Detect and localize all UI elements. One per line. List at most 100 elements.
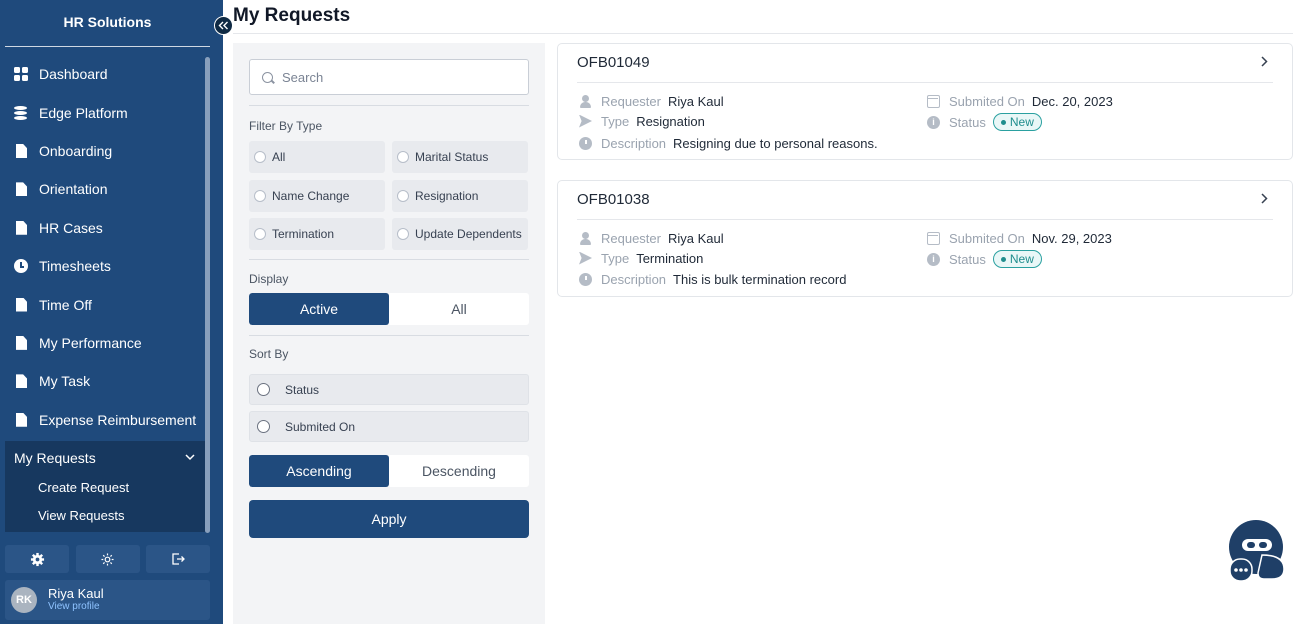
radio[interactable] [254, 151, 266, 163]
document-icon [16, 220, 27, 235]
sort-option-status[interactable]: Status [249, 374, 529, 405]
sidebar-group-label: My Requests [14, 449, 96, 466]
info-icon: i [927, 115, 940, 129]
logout-icon [172, 553, 185, 565]
requester-row: Requester Riya Kaul [579, 93, 724, 109]
field-label: Submited On [949, 93, 1025, 109]
radio[interactable] [257, 420, 270, 433]
sort-option-submitted-on[interactable]: Submited On [249, 411, 529, 442]
radio[interactable] [397, 190, 409, 202]
sidebar: HR Solutions Dashboard Edge Platform Onb… [0, 0, 223, 624]
divider [249, 259, 529, 260]
option-label: Update Dependents [415, 227, 522, 241]
sidebar-group-my-requests: My Requests Create Request View Requests [5, 441, 205, 532]
description-row: Description This is bulk termination rec… [579, 271, 846, 287]
status-badge: New [992, 250, 1042, 268]
type-value: Termination [636, 250, 704, 266]
request-id: OFB01049 [577, 54, 650, 71]
request-card[interactable]: OFB01038 Requester Riya Kaul Type Termin… [557, 180, 1293, 297]
type-value: Resignation [636, 113, 705, 129]
status-badge: New [992, 113, 1042, 131]
view-profile-link[interactable]: View profile [48, 601, 104, 613]
settings-button[interactable] [5, 545, 69, 573]
option-label: Resignation [415, 189, 479, 203]
profile-name: Riya Kaul [48, 586, 104, 601]
ascending-button[interactable]: Ascending [249, 455, 389, 487]
field-label: Type [601, 250, 630, 266]
field-label: Description [601, 271, 667, 287]
search-icon [262, 71, 273, 83]
user-icon [579, 94, 592, 108]
sidebar-item-label: Dashboard [39, 66, 108, 83]
divider [249, 105, 529, 106]
theme-toggle-button[interactable] [75, 545, 140, 573]
sidebar-item-onboarding[interactable]: Onboarding [5, 132, 205, 170]
profile-text: Riya Kaul View profile [48, 587, 104, 613]
sidebar-subitem-create-request[interactable]: Create Request [5, 474, 205, 502]
sun-icon [101, 552, 114, 566]
sidebar-group-header[interactable]: My Requests [5, 441, 205, 474]
sidebar-item-hr-cases[interactable]: HR Cases [5, 209, 205, 247]
status-dot [1000, 256, 1006, 262]
database-icon [14, 105, 28, 120]
sidebar-item-label: Time Off [39, 296, 92, 313]
sidebar-scrollbar-thumb[interactable] [205, 57, 210, 533]
submitted-row: Submited On Nov. 29, 2023 [927, 230, 1112, 246]
chevron-right-icon[interactable] [1260, 56, 1268, 67]
document-icon [16, 335, 27, 350]
submitted-value: Nov. 29, 2023 [1031, 230, 1112, 246]
chevron-right-icon[interactable] [1260, 193, 1268, 204]
sidebar-item-edge-platform[interactable]: Edge Platform [5, 93, 205, 131]
type-option-termination[interactable]: Termination [249, 218, 385, 250]
chatbot-launcher-icon[interactable] [1228, 519, 1290, 583]
card-divider [577, 219, 1273, 220]
radio[interactable] [397, 228, 409, 240]
sidebar-item-dashboard[interactable]: Dashboard [5, 55, 205, 93]
description-value: This is bulk termination record [673, 271, 847, 287]
type-option-all[interactable]: All [249, 141, 385, 173]
type-option-name-change[interactable]: Name Change [249, 180, 385, 212]
submitted-value: Dec. 20, 2023 [1031, 93, 1113, 109]
field-label: Requester [601, 230, 661, 246]
sidebar-item-timesheets[interactable]: Timesheets [5, 247, 205, 285]
user-profile[interactable]: RK Riya Kaul View profile [5, 580, 210, 620]
apply-button[interactable]: Apply [249, 500, 529, 538]
divider [249, 335, 529, 336]
sidebar-subitem-view-requests[interactable]: View Requests [5, 502, 205, 530]
type-option-update-dependents[interactable]: Update Dependents [392, 218, 528, 250]
requester-value: Riya Kaul [667, 230, 724, 246]
sidebar-item-orientation[interactable]: Orientation [5, 170, 205, 208]
field-label: Status [949, 114, 986, 130]
calendar-icon [927, 94, 940, 108]
filter-panel: Search Filter By Type All Marital Status… [233, 43, 545, 624]
radio[interactable] [397, 151, 409, 163]
type-option-resignation[interactable]: Resignation [392, 180, 528, 212]
sidebar-item-my-task[interactable]: My Task [5, 362, 205, 400]
option-label: All [272, 150, 286, 164]
logout-button[interactable] [146, 545, 210, 573]
order-toggle: Ascending Descending [249, 455, 529, 487]
request-id: OFB01038 [577, 191, 650, 208]
display-all-button[interactable]: All [389, 293, 529, 325]
display-label: Display [249, 272, 289, 286]
option-label: Name Change [272, 189, 350, 203]
search-input[interactable]: Search [249, 59, 529, 95]
display-active-button[interactable]: Active [249, 293, 389, 325]
sidebar-item-label: Expense Reimbursement [39, 411, 197, 428]
sidebar-item-label: Orientation [39, 181, 108, 198]
collapse-sidebar-button[interactable] [214, 16, 233, 35]
request-card[interactable]: OFB01049 Requester Riya Kaul Type Resign… [557, 43, 1293, 160]
sidebar-item-time-off[interactable]: Time Off [5, 285, 205, 323]
page-title: My Requests [233, 5, 351, 26]
radio[interactable] [257, 383, 270, 396]
radio[interactable] [254, 190, 266, 202]
sidebar-item-label: Edge Platform [39, 104, 128, 121]
sort-by-label: Sort By [249, 347, 289, 361]
sidebar-item-label: Onboarding [39, 142, 113, 159]
sidebar-item-expense-reimbursement[interactable]: Expense Reimbursement [5, 401, 205, 439]
descending-button[interactable]: Descending [389, 455, 529, 487]
sidebar-item-my-performance[interactable]: My Performance [5, 324, 205, 362]
status-row: i Status New [927, 250, 1042, 268]
radio[interactable] [254, 228, 266, 240]
type-option-marital-status[interactable]: Marital Status [392, 141, 528, 173]
